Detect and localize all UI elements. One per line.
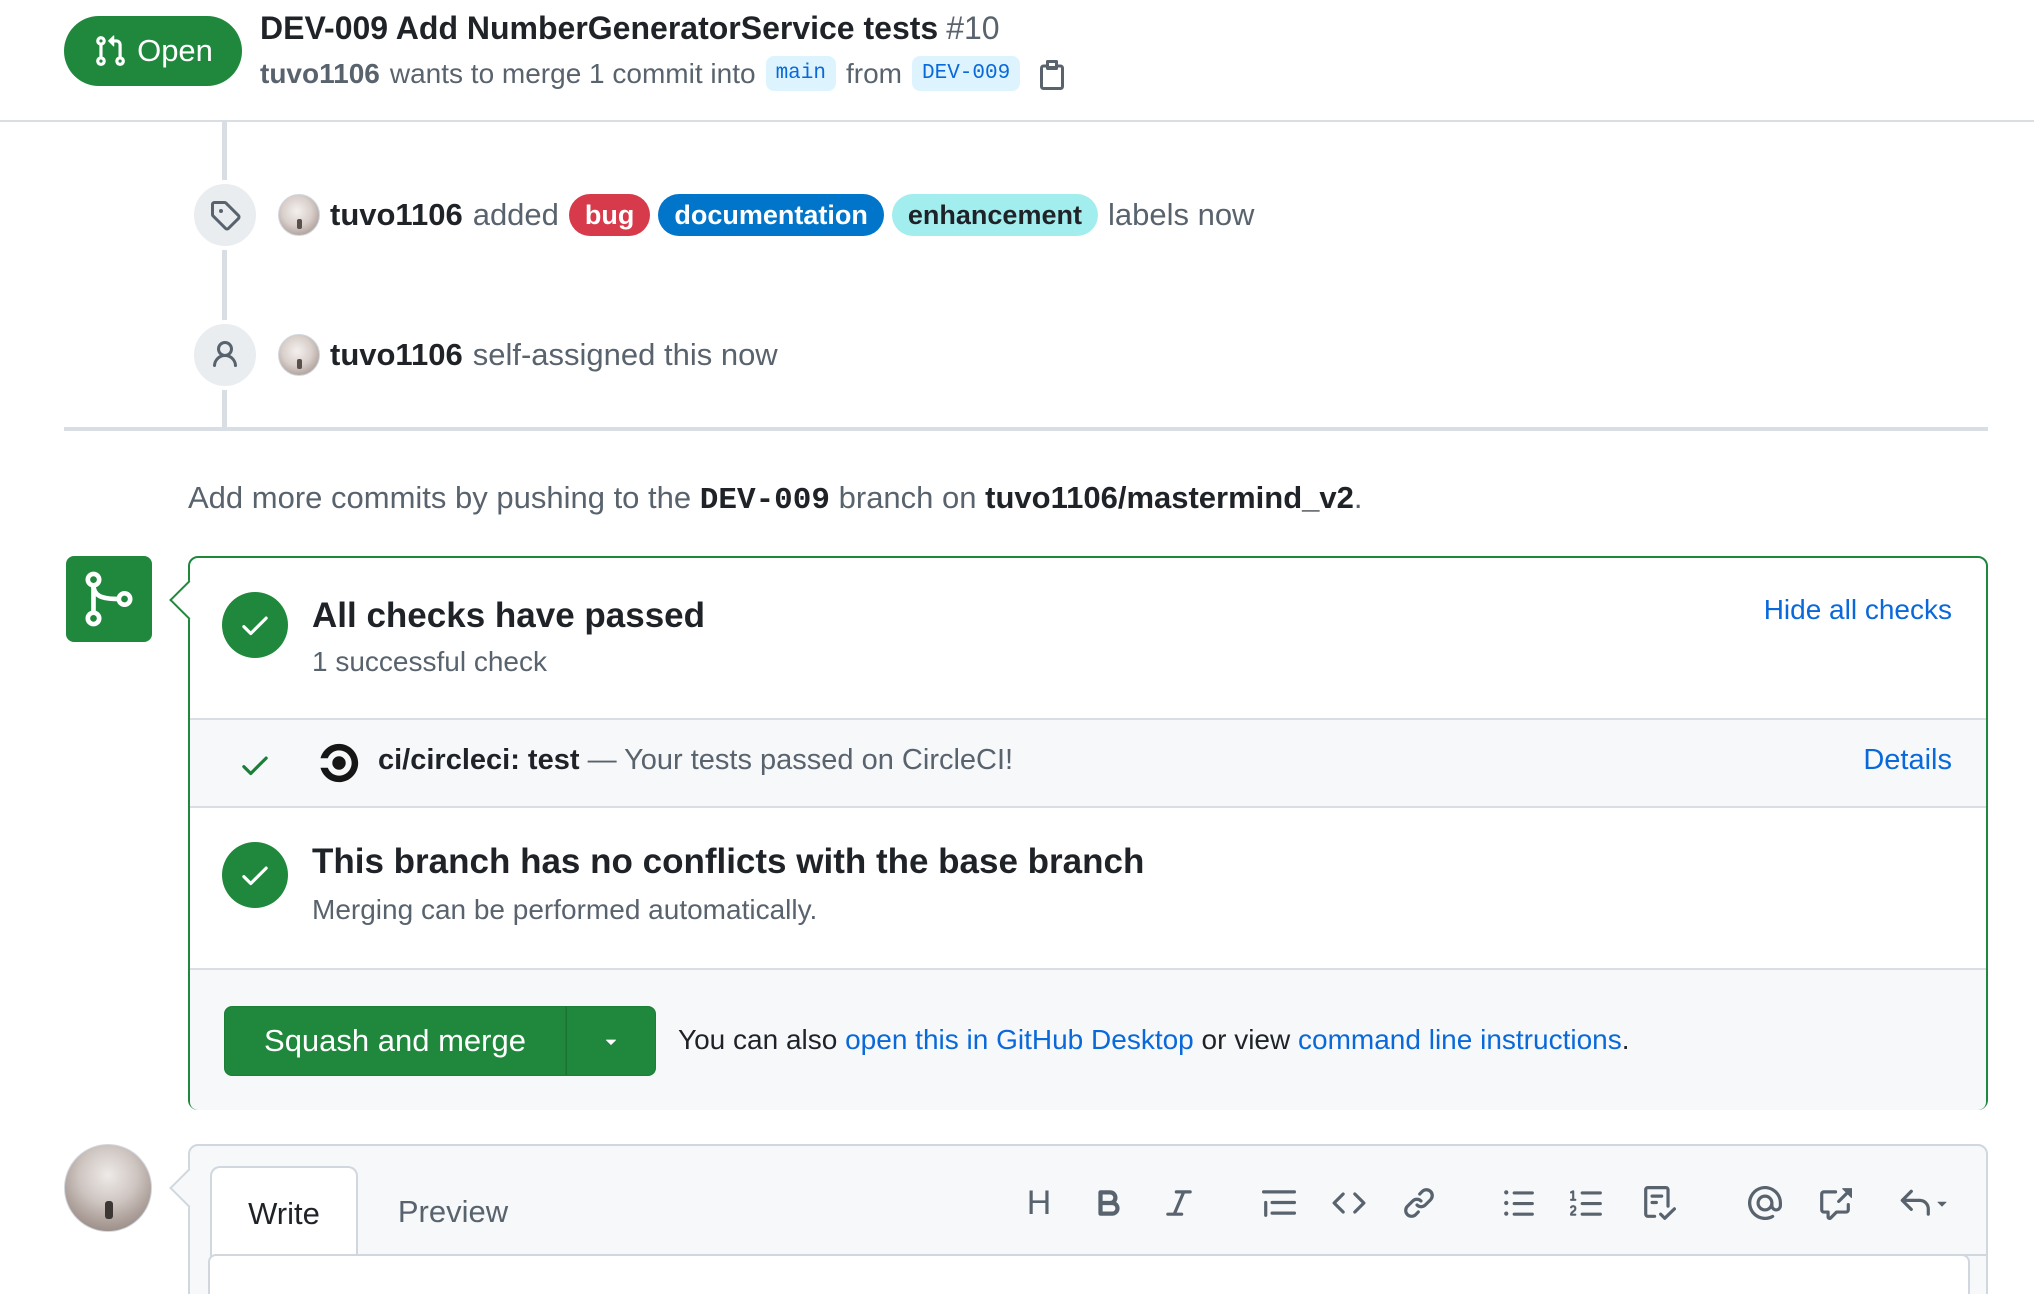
copy-icon[interactable] [1036,58,1068,90]
push-hint: Add more commits by pushing to the DEV-0… [188,480,1363,518]
pr-author-link[interactable]: tuvo1106 [260,58,380,90]
pr-from-text: from [845,57,902,89]
person-icon [213,341,237,368]
tab-write[interactable]: Write [210,1166,358,1260]
conflicts-status: This branch has no conflicts with the ba… [190,808,1986,968]
merge-alternatives-text: You can also open this in GitHub Desktop… [678,1024,1630,1056]
head-branch-tag[interactable]: DEV-009 [911,56,1021,91]
mention-icon[interactable] [1744,1182,1786,1224]
base-branch-tag[interactable]: main [765,56,836,91]
triangle-down-icon [605,1039,617,1045]
saved-replies-icon[interactable] [1890,1182,1960,1224]
check-circle-icon [222,842,288,908]
pr-number: #10 [946,10,1000,46]
check-details-link[interactable]: Details [1863,744,1952,777]
period-text: . [1621,1024,1630,1055]
or-view-text: or view [1201,1024,1291,1055]
cli-instructions-link[interactable]: command line instructions [1298,1024,1622,1055]
timeline-divider [64,427,1988,431]
pr-state-label: Open [137,33,213,68]
timeline-labeled-event: tuvo1106 added bug documentation enhance… [190,180,1255,250]
event-suffix: labels now [1107,197,1255,232]
avatar[interactable] [278,194,320,236]
git-pull-request-icon [96,35,125,66]
pr-state-badge: Open [64,16,242,86]
bold-icon[interactable] [1088,1182,1130,1224]
timeline-badge [190,180,260,250]
ordered-list-icon[interactable] [1566,1182,1608,1224]
event-actor-link[interactable]: tuvo1106 [330,197,463,233]
tab-preview[interactable]: Preview [378,1166,528,1258]
open-desktop-link[interactable]: open this in GitHub Desktop [845,1024,1194,1055]
check-circle-icon [222,592,288,658]
code-icon[interactable] [1328,1182,1370,1224]
merge-status-icon [66,556,152,642]
tasklist-icon[interactable] [1638,1182,1680,1224]
pr-title: DEV-009 Add NumberGeneratorService tests… [260,10,1000,47]
push-hint-suffix: . [1353,480,1363,515]
also-text: You can also [678,1024,838,1055]
hide-checks-link[interactable]: Hide all checks [1764,594,1952,626]
merge-box: All checks have passed 1 successful chec… [188,556,1988,1110]
squash-and-merge-button[interactable]: Squash and merge [224,1006,566,1076]
check-text: ci/circleci: test — Your tests passed on… [378,744,1013,777]
comment-textarea[interactable] [208,1254,1970,1294]
unordered-list-icon[interactable] [1498,1182,1540,1224]
push-hint-repo: tuvo1106/mastermind_v2 [985,480,1354,515]
circleci-icon [320,743,359,783]
check-description: — Your tests passed on CircleCI! [587,744,1014,776]
pr-merge-text: wants to merge 1 commit into [389,57,756,89]
check-name: ci/circleci: test [378,744,580,776]
label-bug[interactable]: bug [568,194,651,236]
checks-subtitle: 1 successful check [312,646,547,677]
event-text: self-assigned this now [472,337,778,372]
quote-icon[interactable] [1258,1182,1300,1224]
push-hint-branch: DEV-009 [699,483,830,518]
push-hint-middle: branch on [838,480,977,515]
merge-button-group: Squash and merge [224,1006,656,1076]
check-row: ci/circleci: test — Your tests passed on… [190,718,1986,808]
comment-composer: Write Preview H [188,1144,1988,1294]
pr-meta: tuvo1106 wants to merge 1 commit into ma… [260,56,1068,91]
conflicts-title: This branch has no conflicts with the ba… [312,842,1145,881]
triangle-down-icon [1937,1201,1947,1207]
cross-reference-icon[interactable] [1814,1182,1856,1224]
timeline-assigned-event: tuvo1106 self-assigned this now [190,320,778,390]
label-enhancement[interactable]: enhancement [891,194,1098,236]
event-actor-link[interactable]: tuvo1106 [330,337,463,373]
checks-title: All checks have passed [312,596,705,635]
merge-actions: Squash and merge You can also open this … [190,968,1986,1110]
event-verb: added [472,197,559,232]
avatar[interactable] [278,334,320,376]
pr-header: Open DEV-009 Add NumberGeneratorService … [0,0,2034,122]
avatar[interactable] [64,1144,152,1232]
pr-title-text: DEV-009 Add NumberGeneratorService tests [260,10,939,46]
link-icon[interactable] [1398,1182,1440,1224]
tag-icon [211,201,241,231]
checks-summary: All checks have passed 1 successful chec… [190,558,1986,718]
italic-icon[interactable] [1158,1182,1200,1224]
git-merge-icon [85,571,133,627]
check-icon [242,756,268,776]
heading-icon[interactable]: H [1018,1182,1060,1224]
push-hint-prefix: Add more commits by pushing to the [188,480,692,515]
merge-method-dropdown[interactable] [566,1006,656,1076]
conflicts-subtitle: Merging can be performed automatically. [312,894,818,925]
label-documentation[interactable]: documentation [658,194,884,236]
timeline-badge [190,320,260,390]
